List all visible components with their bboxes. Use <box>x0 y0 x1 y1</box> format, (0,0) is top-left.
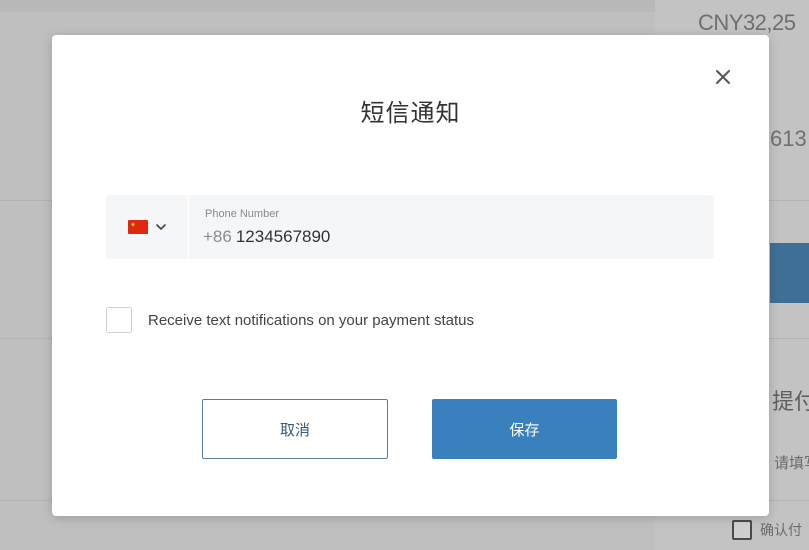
country-code-select[interactable] <box>106 195 189 259</box>
phone-number-input[interactable]: Phone Number +86 1234567890 <box>189 195 714 259</box>
background-confirm-row: 确认付 <box>732 520 802 540</box>
close-icon-glyph <box>716 70 730 84</box>
dialog-title: 短信通知 <box>360 100 461 127</box>
close-icon[interactable] <box>711 65 735 89</box>
chevron-down-icon <box>155 221 167 233</box>
save-button[interactable]: 保存 <box>432 399 617 459</box>
china-flag-icon <box>127 220 148 234</box>
background-payment-heading: 提付款 <box>772 389 809 414</box>
phone-number-value[interactable]: +86 1234567890 <box>203 227 330 247</box>
background-action-button <box>770 243 809 303</box>
sms-notification-dialog: 短信通知 Phone Number +86 1234567890 Receive … <box>52 35 769 516</box>
sms-notify-checkbox[interactable] <box>106 307 132 333</box>
background-checkbox <box>732 520 752 540</box>
phone-number-digits: 1234567890 <box>235 227 331 246</box>
background-number: 613 <box>770 126 807 151</box>
background-sub-text: 请填写 <box>774 455 809 472</box>
background-amount: CNY32,25 <box>698 10 796 35</box>
sms-notify-option[interactable]: Receive text notifications on your payme… <box>106 307 474 333</box>
cancel-button[interactable]: 取消 <box>202 399 388 459</box>
sms-notify-label: Receive text notifications on your payme… <box>148 311 475 329</box>
phone-number-label: Phone Number <box>205 208 279 220</box>
background-confirm-label: 确认付 <box>760 522 802 538</box>
phone-number-field: Phone Number +86 1234567890 <box>106 195 714 259</box>
dial-code-prefix: +86 <box>203 227 232 246</box>
